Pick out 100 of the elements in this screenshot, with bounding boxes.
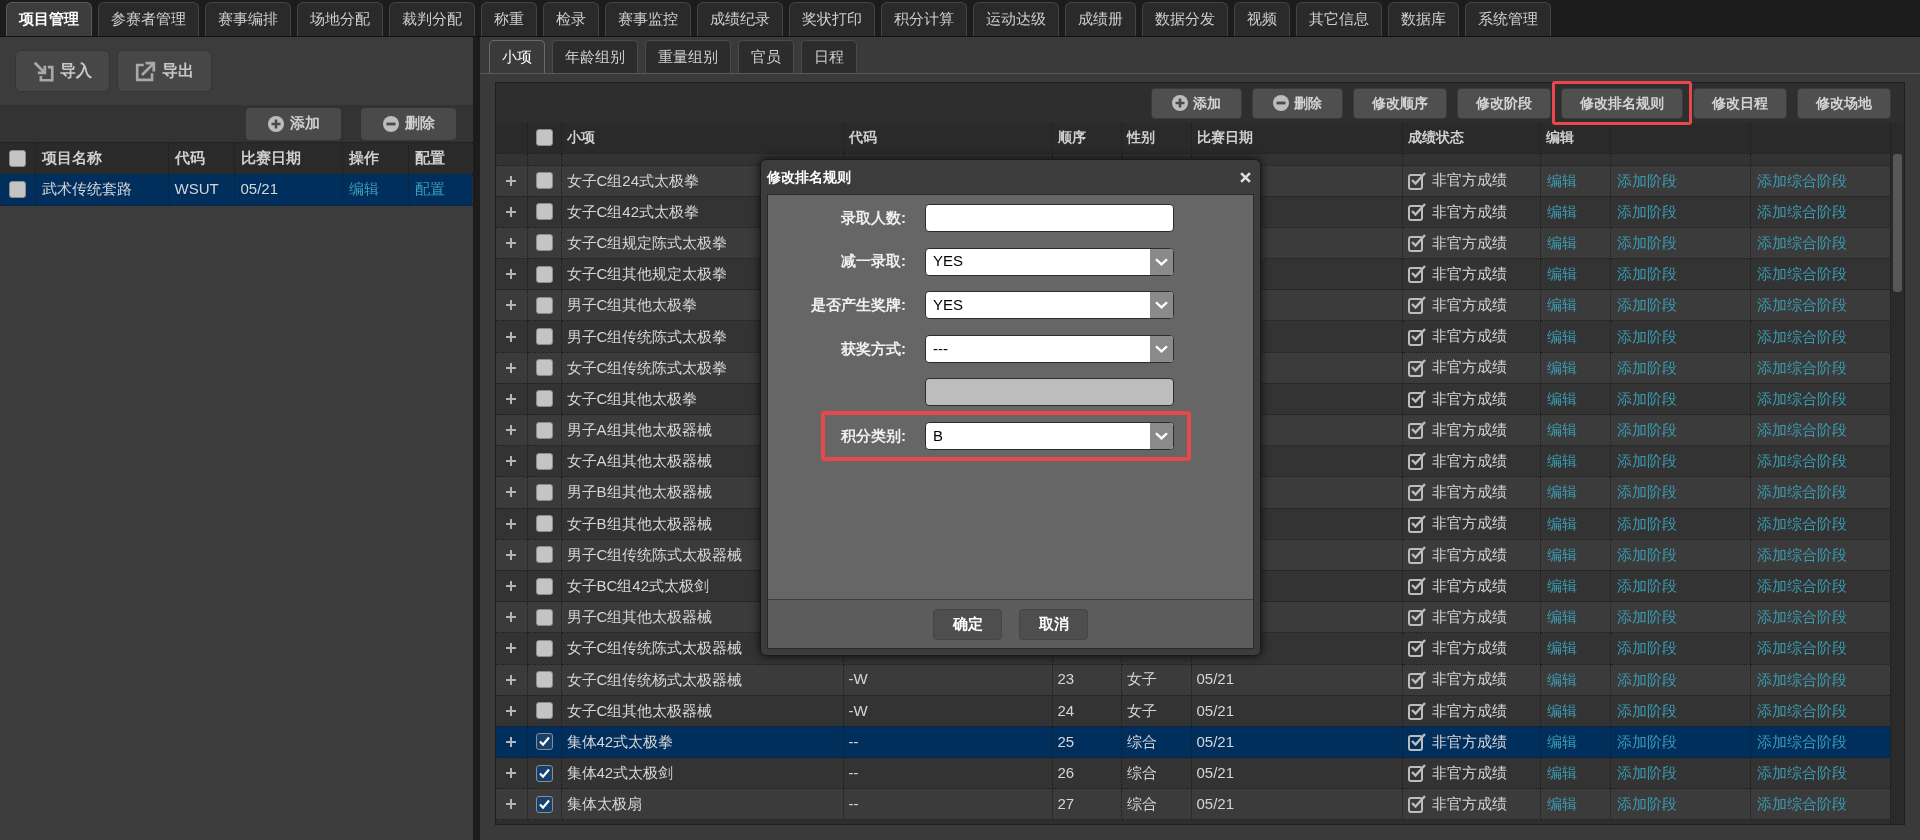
checkbox[interactable] xyxy=(535,296,553,314)
nav-tab[interactable]: 场地分配 xyxy=(297,2,383,36)
edit-link[interactable]: 编辑 xyxy=(1546,545,1577,563)
checkbox[interactable] xyxy=(535,608,553,626)
tab[interactable]: 日程 xyxy=(801,40,857,73)
add-stage-link[interactable]: 添加阶段 xyxy=(1616,358,1677,376)
add-stage-link[interactable]: 添加阶段 xyxy=(1616,389,1677,407)
checkbox[interactable] xyxy=(535,515,553,533)
edit-link[interactable]: 编辑 xyxy=(1546,358,1577,376)
add-stage-link[interactable]: 添加阶段 xyxy=(1616,265,1677,283)
close-icon[interactable] xyxy=(1240,171,1251,183)
edit-link[interactable]: 编辑 xyxy=(1546,296,1577,314)
checkbox[interactable] xyxy=(535,733,553,751)
table-row[interactable]: 集体42式太极拳 -- 25 综合 05/21 非官方成绩 编辑 添加阶段 添加综合阶段 xyxy=(496,726,1890,758)
edit-link[interactable]: 编辑 xyxy=(1546,171,1577,189)
plus-icon[interactable] xyxy=(506,237,517,248)
nav-tab[interactable]: 参赛者管理 xyxy=(98,2,199,36)
add-stage-link[interactable]: 添加阶段 xyxy=(1616,764,1677,782)
add-stage-link[interactable]: 添加阶段 xyxy=(1616,577,1677,595)
checkbox[interactable] xyxy=(535,483,553,501)
add-composite-stage-link[interactable]: 添加综合阶段 xyxy=(1756,389,1847,407)
plus-icon[interactable] xyxy=(506,487,517,498)
edit-link[interactable]: 编辑 xyxy=(1546,670,1577,688)
dropdown[interactable]: YES xyxy=(925,247,1174,276)
toolbar-button[interactable]: 修改阶段 xyxy=(1457,87,1551,119)
add-stage-link[interactable]: 添加阶段 xyxy=(1616,795,1677,813)
nav-tab[interactable]: 称重 xyxy=(481,2,537,36)
table-row[interactable]: 武术传统套路 WSUT 05/21 编辑 配置 xyxy=(0,173,472,206)
add-stage-link[interactable]: 添加阶段 xyxy=(1616,732,1677,750)
plus-icon[interactable] xyxy=(506,799,517,810)
checkbox[interactable] xyxy=(535,172,553,190)
export-button[interactable]: 导出 xyxy=(117,50,212,92)
nav-tab[interactable]: 裁判分配 xyxy=(389,2,475,36)
nav-tab[interactable]: 运动达级 xyxy=(973,2,1059,36)
checkbox[interactable] xyxy=(535,702,553,720)
add-composite-stage-link[interactable]: 添加综合阶段 xyxy=(1756,577,1847,595)
nav-tab[interactable]: 数据库 xyxy=(1388,2,1459,36)
input-field[interactable] xyxy=(925,204,1174,232)
checkbox[interactable] xyxy=(535,390,553,408)
nav-tab[interactable]: 成绩纪录 xyxy=(697,2,783,36)
edit-link[interactable]: 编辑 xyxy=(1546,327,1577,345)
dropdown[interactable]: --- xyxy=(925,334,1174,363)
delete-button[interactable]: 删除 xyxy=(1252,87,1343,119)
add-stage-link[interactable]: 添加阶段 xyxy=(1616,670,1677,688)
nav-tab[interactable]: 视频 xyxy=(1234,2,1290,36)
add-composite-stage-link[interactable]: 添加综合阶段 xyxy=(1756,265,1847,283)
checkbox[interactable] xyxy=(535,764,553,782)
config-link[interactable]: 配置 xyxy=(414,180,445,198)
add-stage-link[interactable]: 添加阶段 xyxy=(1616,608,1677,626)
plus-icon[interactable] xyxy=(506,643,517,654)
plus-icon[interactable] xyxy=(506,206,517,217)
nav-tab[interactable]: 奖状打印 xyxy=(789,2,875,36)
nav-tab[interactable]: 其它信息 xyxy=(1296,2,1382,36)
add-composite-stage-link[interactable]: 添加综合阶段 xyxy=(1756,701,1847,719)
checkbox[interactable] xyxy=(8,180,26,198)
table-row[interactable]: 集体太极扇 -- 27 综合 05/21 非官方成绩 编辑 添加阶段 添加综合阶段 xyxy=(496,788,1890,820)
dialog-button[interactable]: 取消 xyxy=(1019,608,1088,640)
nav-tab[interactable]: 数据分发 xyxy=(1142,2,1228,36)
add-stage-link[interactable]: 添加阶段 xyxy=(1616,171,1677,189)
table-row[interactable]: 女子C组其他太极器械 -W 24 女子 05/21 非官方成绩 编辑 添加阶段 添加综合阶段 xyxy=(496,695,1890,727)
add-composite-stage-link[interactable]: 添加综合阶段 xyxy=(1756,421,1847,439)
checkbox[interactable] xyxy=(535,265,553,283)
import-button[interactable]: 导入 xyxy=(15,50,110,92)
add-composite-stage-link[interactable]: 添加综合阶段 xyxy=(1756,670,1847,688)
table-row[interactable]: 集体42式太极剑 -- 26 综合 05/21 非官方成绩 编辑 添加阶段 添加综合阶段 xyxy=(496,757,1890,789)
tab[interactable]: 年龄组别 xyxy=(552,40,638,73)
checkbox[interactable] xyxy=(535,359,553,377)
edit-link[interactable]: 编辑 xyxy=(348,180,379,198)
add-stage-link[interactable]: 添加阶段 xyxy=(1616,639,1677,657)
plus-icon[interactable] xyxy=(506,705,517,716)
edit-link[interactable]: 编辑 xyxy=(1546,514,1577,532)
add-composite-stage-link[interactable]: 添加综合阶段 xyxy=(1756,545,1847,563)
add-composite-stage-link[interactable]: 添加综合阶段 xyxy=(1756,296,1847,314)
checkbox[interactable] xyxy=(535,639,553,657)
toolbar-button[interactable]: 修改场地 xyxy=(1797,87,1891,119)
plus-icon[interactable] xyxy=(506,674,517,685)
checkbox[interactable] xyxy=(535,328,553,346)
checkbox[interactable] xyxy=(535,129,553,147)
add-stage-link[interactable]: 添加阶段 xyxy=(1616,202,1677,220)
delete-button[interactable]: 删除 xyxy=(361,107,456,140)
add-composite-stage-link[interactable]: 添加综合阶段 xyxy=(1756,732,1847,750)
plus-icon[interactable] xyxy=(506,362,517,373)
edit-link[interactable]: 编辑 xyxy=(1546,608,1577,626)
edit-link[interactable]: 编辑 xyxy=(1546,389,1577,407)
tab[interactable]: 重量组别 xyxy=(645,40,731,73)
dropdown[interactable]: YES xyxy=(925,291,1174,320)
edit-link[interactable]: 编辑 xyxy=(1546,732,1577,750)
add-composite-stage-link[interactable]: 添加综合阶段 xyxy=(1756,764,1847,782)
add-stage-link[interactable]: 添加阶段 xyxy=(1616,327,1677,345)
edit-link[interactable]: 编辑 xyxy=(1546,795,1577,813)
edit-link[interactable]: 编辑 xyxy=(1546,452,1577,470)
edit-link[interactable]: 编辑 xyxy=(1546,764,1577,782)
toolbar-button[interactable]: 修改顺序 xyxy=(1353,87,1447,119)
table-row[interactable]: 女子C组传统杨式太极器械 -W 23 女子 05/21 非官方成绩 编辑 添加阶段 添加综合阶段 xyxy=(496,664,1890,696)
add-stage-link[interactable]: 添加阶段 xyxy=(1616,452,1677,470)
checkbox[interactable] xyxy=(535,452,553,470)
plus-icon[interactable] xyxy=(506,518,517,529)
add-stage-link[interactable]: 添加阶段 xyxy=(1616,296,1677,314)
add-stage-link[interactable]: 添加阶段 xyxy=(1616,545,1677,563)
edit-link[interactable]: 编辑 xyxy=(1546,265,1577,283)
